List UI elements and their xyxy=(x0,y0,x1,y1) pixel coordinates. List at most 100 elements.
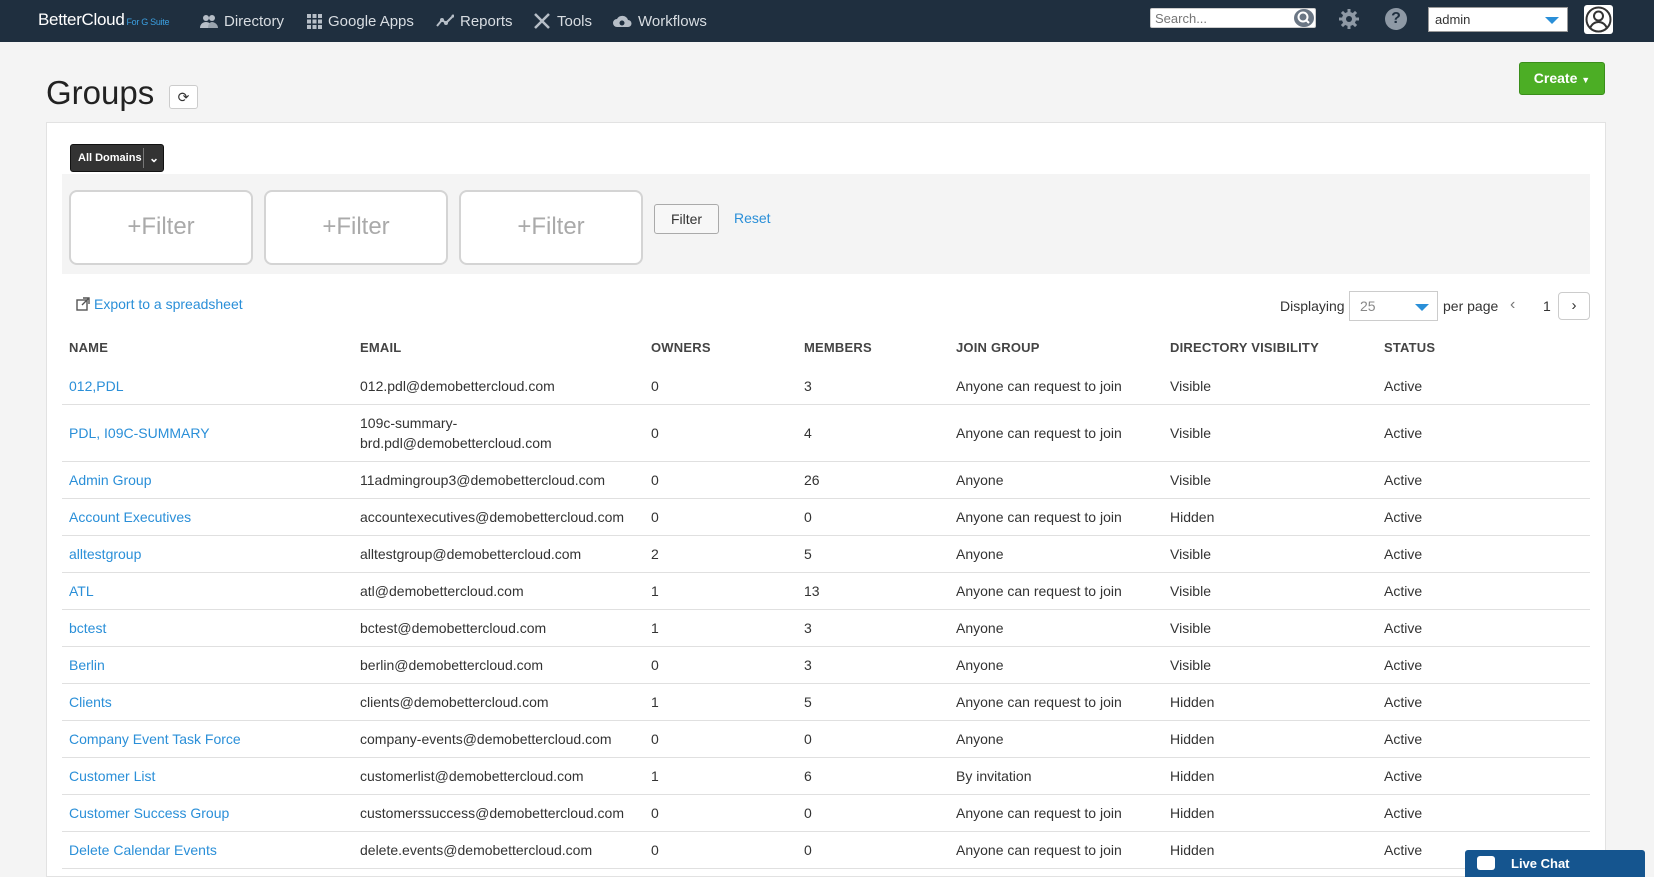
cell-name[interactable]: PDL, I09C-SUMMARY xyxy=(69,425,210,441)
column-header-owners[interactable]: OWNERS xyxy=(651,340,711,355)
nav-label: Workflows xyxy=(638,12,707,30)
logo-text: BetterCloud xyxy=(38,10,125,29)
page-title: Groups xyxy=(46,74,155,111)
filter-slot-label: +Filter xyxy=(517,213,585,240)
cell-email: customerlist@demobettercloud.com xyxy=(360,768,584,784)
cell-email: atl@demobettercloud.com xyxy=(360,583,524,599)
search-input[interactable] xyxy=(1150,8,1316,28)
column-header-name[interactable]: NAME xyxy=(69,340,108,355)
nav-reports[interactable]: Reports xyxy=(436,0,513,42)
table-row: Company Event Task Force company-events@d… xyxy=(62,721,1590,758)
displaying-label: Displaying xyxy=(1280,298,1345,314)
cell-members: 4 xyxy=(804,425,812,441)
filter-slot-3[interactable]: +Filter xyxy=(459,190,643,265)
cell-join-group: Anyone xyxy=(956,657,1004,673)
cell-email: customerssuccess@demobettercloud.com xyxy=(360,805,624,821)
cell-visibility: Hidden xyxy=(1170,694,1215,710)
per-page-select[interactable]: 25 xyxy=(1349,291,1438,321)
cell-owners: 1 xyxy=(651,768,659,784)
external-link-icon xyxy=(76,297,90,311)
cell-status: Active xyxy=(1384,731,1423,747)
cell-name[interactable]: Admin Group xyxy=(69,472,151,488)
cell-name[interactable]: Customer Success Group xyxy=(69,805,229,821)
nav-tools[interactable]: Tools xyxy=(533,0,592,42)
cell-name[interactable]: Customer List xyxy=(69,768,155,784)
cell-members: 0 xyxy=(804,842,812,858)
column-header-members[interactable]: MEMBERS xyxy=(804,340,872,355)
cell-join-group: Anyone can request to join xyxy=(956,509,1122,525)
export-link[interactable]: Export to a spreadsheet xyxy=(76,296,243,312)
cell-members: 0 xyxy=(804,509,812,525)
table-header: NAME EMAIL OWNERS MEMBERS JOIN GROUP DIR… xyxy=(62,336,1590,368)
create-button[interactable]: Create ▼ xyxy=(1519,62,1605,95)
cell-status: Active xyxy=(1384,509,1423,525)
filter-button[interactable]: Filter xyxy=(654,204,719,234)
nav-label: Directory xyxy=(224,12,285,30)
cell-name[interactable]: Company Event Task Force xyxy=(69,731,241,747)
cell-join-group: Anyone xyxy=(956,472,1004,488)
cell-name[interactable]: Clients xyxy=(69,694,112,710)
user-select[interactable]: admin xyxy=(1428,7,1568,32)
grid-icon xyxy=(307,13,322,29)
cell-email: 012.pdl@demobettercloud.com xyxy=(360,378,555,394)
nav-workflows[interactable]: Workflows xyxy=(612,0,707,42)
cell-owners: 0 xyxy=(651,425,659,441)
cell-visibility: Hidden xyxy=(1170,805,1215,821)
cell-join-group: Anyone can request to join xyxy=(956,694,1122,710)
nav-google-apps[interactable]: Google Apps xyxy=(307,0,414,42)
cell-name[interactable]: Delete Calendar Events xyxy=(69,842,217,858)
cell-members: 0 xyxy=(804,731,812,747)
reset-label: Reset xyxy=(734,210,771,226)
cell-name[interactable]: 012,PDL xyxy=(69,378,123,394)
cell-name[interactable]: Account Executives xyxy=(69,509,191,525)
cell-owners: 0 xyxy=(651,805,659,821)
cell-name[interactable]: alltestgroup xyxy=(69,546,141,562)
cell-owners: 1 xyxy=(651,620,659,636)
filter-slot-2[interactable]: +Filter xyxy=(264,190,448,265)
users-icon xyxy=(200,15,218,28)
cell-visibility: Visible xyxy=(1170,657,1211,673)
cell-email-line: 109c-summary- xyxy=(360,415,458,431)
chevron-down-icon: ⌄ xyxy=(149,151,160,165)
cell-email: accountexecutives@demobettercloud.com xyxy=(360,509,625,525)
gear-icon[interactable] xyxy=(1338,8,1360,30)
column-header-email[interactable]: EMAIL xyxy=(360,340,401,355)
table-row: Delete Calendar Events delete.events@demo… xyxy=(62,832,1590,869)
avatar[interactable] xyxy=(1584,5,1613,34)
cell-join-group: Anyone xyxy=(956,546,1004,562)
table-row: bctest bctest@demobettercloud.com 1 3 Anyone… xyxy=(62,610,1590,647)
cell-status: Active xyxy=(1384,620,1423,636)
cell-join-group: Anyone xyxy=(956,620,1004,636)
cell-visibility: Visible xyxy=(1170,583,1211,599)
column-header-join-group[interactable]: JOIN GROUP xyxy=(956,340,1040,355)
filter-slot-1[interactable]: +Filter xyxy=(69,190,253,265)
create-button-label: Create xyxy=(1533,70,1578,86)
cell-visibility: Visible xyxy=(1170,472,1211,488)
column-header-status[interactable]: STATUS xyxy=(1384,340,1435,355)
next-page-button[interactable]: › xyxy=(1558,292,1590,320)
cell-status: Active xyxy=(1384,472,1423,488)
cell-name[interactable]: bctest xyxy=(69,620,106,636)
nav-directory[interactable]: Directory xyxy=(200,0,284,42)
prev-page-icon[interactable]: ‹ xyxy=(1510,296,1515,314)
cell-join-group: Anyone can request to join xyxy=(956,583,1122,599)
reset-link[interactable]: Reset xyxy=(734,210,771,226)
cell-email: 109c-summary-brd.pdl@demobettercloud.com xyxy=(360,413,552,453)
search-icon[interactable] xyxy=(1294,9,1314,27)
cell-email: delete.events@demobettercloud.com xyxy=(360,842,593,858)
app-logo[interactable]: BetterCloud For G Suite xyxy=(38,10,170,30)
domains-dropdown[interactable]: All Domains ⌄ xyxy=(70,144,164,172)
help-icon[interactable]: ? xyxy=(1385,8,1407,30)
cell-name[interactable]: ATL xyxy=(69,583,94,599)
table-row: Customer Success Group customerssuccess@d… xyxy=(62,795,1590,832)
cell-visibility: Visible xyxy=(1170,425,1211,441)
cell-join-group: Anyone can request to join xyxy=(956,425,1122,441)
column-header-directory-visibility[interactable]: DIRECTORY VISIBILITY xyxy=(1170,340,1319,355)
cell-name[interactable]: Berlin xyxy=(69,657,105,673)
refresh-button[interactable]: ⟳ xyxy=(169,85,198,109)
divider xyxy=(143,148,144,168)
cell-visibility: Hidden xyxy=(1170,509,1215,525)
cell-join-group: Anyone xyxy=(956,731,1004,747)
live-chat-button[interactable]: Live Chat xyxy=(1465,850,1645,877)
filter-slot-label: +Filter xyxy=(322,213,390,240)
